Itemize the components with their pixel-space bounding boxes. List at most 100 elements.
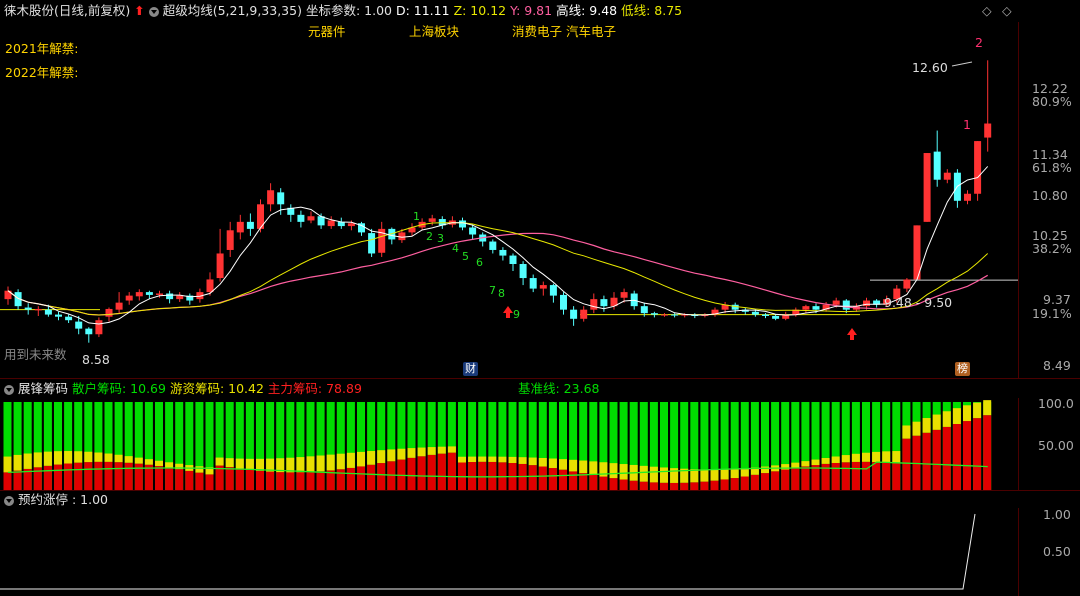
retail-chip-bar <box>771 402 780 490</box>
retail-chip-label: 散户筹码: 10.69 <box>71 381 166 396</box>
candle-body[interactable] <box>600 299 608 307</box>
candle-body[interactable] <box>519 264 527 279</box>
candle-body[interactable] <box>751 311 759 315</box>
hot-money-chip-bar <box>205 467 214 475</box>
candle-body[interactable] <box>459 220 466 228</box>
main-chip-bar <box>912 435 921 490</box>
chip-panel-title[interactable]: 展锋筹码 <box>18 381 68 396</box>
candle-body[interactable] <box>156 293 163 295</box>
candle-body[interactable] <box>44 309 52 315</box>
candle-body[interactable] <box>75 321 83 329</box>
candle-body[interactable] <box>812 306 820 310</box>
candle-body[interactable] <box>216 253 224 279</box>
hot-money-chip-bar <box>649 466 658 483</box>
candle-body[interactable] <box>105 308 113 317</box>
candle-body[interactable] <box>509 255 517 265</box>
candle-body[interactable] <box>964 193 971 201</box>
candle-body[interactable] <box>398 232 406 241</box>
ranking-badge[interactable]: 榜 <box>955 362 970 376</box>
hot-money-chip-bar <box>609 463 618 479</box>
candle-body[interactable] <box>368 233 376 254</box>
financial-badge[interactable]: 财 <box>463 362 478 376</box>
main-chip-bar <box>942 426 951 490</box>
candle-body[interactable] <box>176 295 184 300</box>
sequence-number: 3 <box>437 232 444 245</box>
candle-body[interactable] <box>903 279 911 289</box>
retail-chip-bar <box>357 402 365 490</box>
candle-body[interactable] <box>671 314 679 316</box>
candle-body[interactable] <box>832 300 840 305</box>
candle-body[interactable] <box>762 314 769 316</box>
candle-body[interactable] <box>539 285 547 289</box>
limit-panel-title[interactable]: 预约涨停 <box>18 492 68 507</box>
candle-body[interactable] <box>327 220 335 227</box>
candle-body[interactable] <box>570 309 578 319</box>
candle-body[interactable] <box>560 294 567 310</box>
candle-body[interactable] <box>529 278 537 289</box>
candle-body[interactable] <box>974 141 982 194</box>
retail-chip-bar <box>639 402 648 490</box>
candle-body[interactable] <box>984 123 992 138</box>
candle-body[interactable] <box>802 306 810 310</box>
candle-body[interactable] <box>307 216 315 221</box>
hot-money-chip-bar <box>498 456 507 463</box>
candle-body[interactable] <box>226 230 234 250</box>
candle-body[interactable] <box>85 328 93 335</box>
retail-chip-bar <box>882 402 891 490</box>
candle-body[interactable] <box>863 300 870 307</box>
dropdown-icon[interactable] <box>4 384 14 395</box>
candle-body[interactable] <box>499 249 507 256</box>
hot-money-chip-bar <box>892 451 901 464</box>
candle-body[interactable] <box>95 320 103 335</box>
candle-body[interactable] <box>933 151 941 180</box>
candle-body[interactable] <box>65 316 73 321</box>
candle-body[interactable] <box>246 221 254 229</box>
retail-chip-bar <box>185 402 194 490</box>
candle-body[interactable] <box>55 314 62 317</box>
limit-tick: 1.00 <box>1043 507 1071 522</box>
candle-body[interactable] <box>277 192 285 205</box>
candle-body[interactable] <box>236 221 244 233</box>
candle-body[interactable] <box>428 218 436 222</box>
hot-money-chip-bar <box>377 450 386 464</box>
base-line <box>7 461 988 478</box>
candle-body[interactable] <box>842 300 850 310</box>
candle-body[interactable] <box>640 306 648 314</box>
candle-body[interactable] <box>135 292 143 297</box>
main-chip-bar <box>316 471 325 490</box>
candle-body[interactable] <box>772 315 780 319</box>
hot-money-chip-bar <box>346 452 355 468</box>
base-line-label: 基准线: 23.68 <box>518 381 600 396</box>
candle-body[interactable] <box>24 307 32 310</box>
candle-body[interactable] <box>650 313 658 315</box>
retail-chip-bar <box>43 402 52 490</box>
limit-value-label: : 1.00 <box>71 492 109 507</box>
candlestick-chart[interactable]: 12 345 67 89 <box>0 0 1018 378</box>
hot-money-chip-bar <box>468 456 477 463</box>
candle-body[interactable] <box>620 292 628 298</box>
candle-body[interactable] <box>549 285 557 296</box>
candle-body[interactable] <box>661 314 668 316</box>
candle-body[interactable] <box>34 308 42 311</box>
hot-money-chip-bar <box>771 465 780 472</box>
candle-body[interactable] <box>590 299 598 310</box>
candle-body[interactable] <box>923 153 931 222</box>
panel-divider <box>0 378 1080 379</box>
candle-body[interactable] <box>580 309 588 319</box>
dropdown-icon[interactable] <box>4 495 14 506</box>
candle-body[interactable] <box>166 293 174 300</box>
retail-chip-bar <box>195 402 204 490</box>
candle-body[interactable] <box>145 292 153 295</box>
candle-body[interactable] <box>489 241 497 250</box>
retail-chip-bar <box>922 402 931 490</box>
candle-body[interactable] <box>115 302 123 310</box>
candle-body[interactable] <box>297 214 305 222</box>
candle-body[interactable] <box>469 227 477 235</box>
candle-body[interactable] <box>943 172 951 180</box>
candle-body[interactable] <box>125 295 133 301</box>
retail-chip-bar <box>74 402 83 490</box>
candle-body[interactable] <box>347 223 355 227</box>
retail-chip-bar <box>740 402 749 490</box>
candle-body[interactable] <box>206 279 214 293</box>
candle-body[interactable] <box>267 190 275 205</box>
